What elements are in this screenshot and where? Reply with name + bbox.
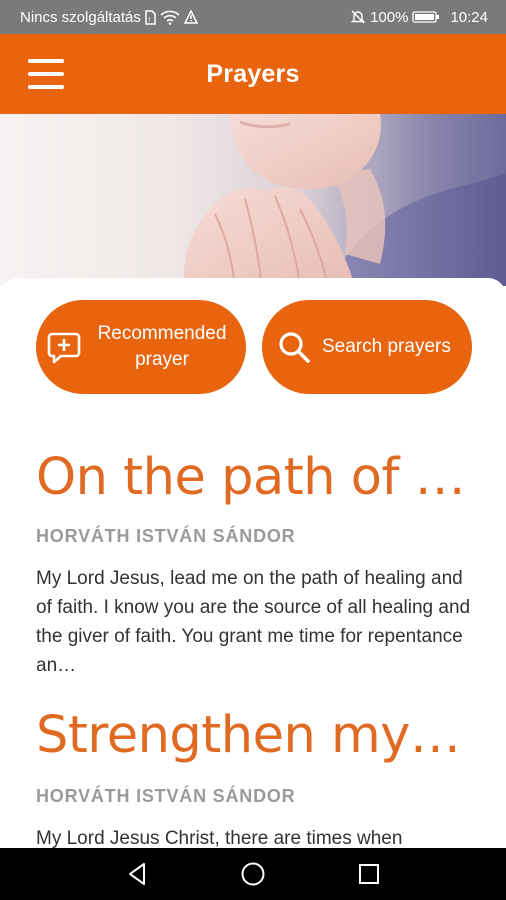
- back-icon[interactable]: [122, 859, 152, 889]
- battery-percent: 100%: [370, 8, 409, 26]
- search-prayers-label: Search prayers: [322, 336, 451, 357]
- system-nav-bar: [0, 848, 506, 900]
- hero-image: [0, 114, 506, 286]
- recommended-label-line2: prayer: [135, 349, 189, 370]
- home-icon[interactable]: [238, 859, 268, 889]
- prayer-author: HORVÁTH ISTVÁN SÁNDOR: [36, 786, 296, 806]
- prayer-excerpt: My Lord Jesus Christ, there are times wh…: [36, 828, 403, 848]
- warning-icon: [183, 10, 198, 24]
- prayer-title: On the path of h...: [36, 448, 476, 507]
- app-bar: Prayers: [0, 34, 506, 114]
- prayer-author: HORVÁTH ISTVÁN SÁNDOR: [36, 526, 296, 546]
- prayer-excerpt: My Lord Jesus, lead me on the path of he…: [36, 568, 471, 676]
- action-buttons: Recommended prayer Search prayers: [36, 300, 472, 394]
- status-bar: Nincs szolgáltatás ! 100% 10:24: [0, 0, 506, 34]
- prayer-title: Strengthen my fai.: [36, 706, 476, 765]
- battery-icon: [412, 10, 440, 24]
- recommended-label-line1: Recommended: [97, 323, 227, 344]
- wifi-icon: [160, 10, 180, 25]
- status-right: 100% 10:24: [350, 9, 488, 26]
- recommended-prayer-button[interactable]: Recommended prayer: [36, 300, 246, 394]
- search-prayers-button[interactable]: Search prayers: [262, 300, 472, 394]
- search-icon: [276, 329, 312, 365]
- praying-hands-illustration: [184, 114, 506, 286]
- carrier-text: Nincs szolgáltatás: [20, 8, 141, 26]
- recommended-prayer-label: Recommended prayer: [92, 321, 232, 373]
- hamburger-menu-icon[interactable]: [26, 56, 66, 92]
- mute-bell-icon: [350, 9, 366, 25]
- page-title: Prayers: [206, 59, 300, 88]
- sim-icon: !: [145, 9, 156, 25]
- chat-plus-icon: [44, 327, 84, 367]
- recent-apps-icon[interactable]: [354, 859, 384, 889]
- content-panel: Recommended prayer Search prayers On the…: [0, 278, 506, 848]
- status-left: Nincs szolgáltatás !: [20, 9, 198, 26]
- svg-text:!: !: [148, 16, 151, 24]
- clock-time: 10:24: [450, 8, 488, 26]
